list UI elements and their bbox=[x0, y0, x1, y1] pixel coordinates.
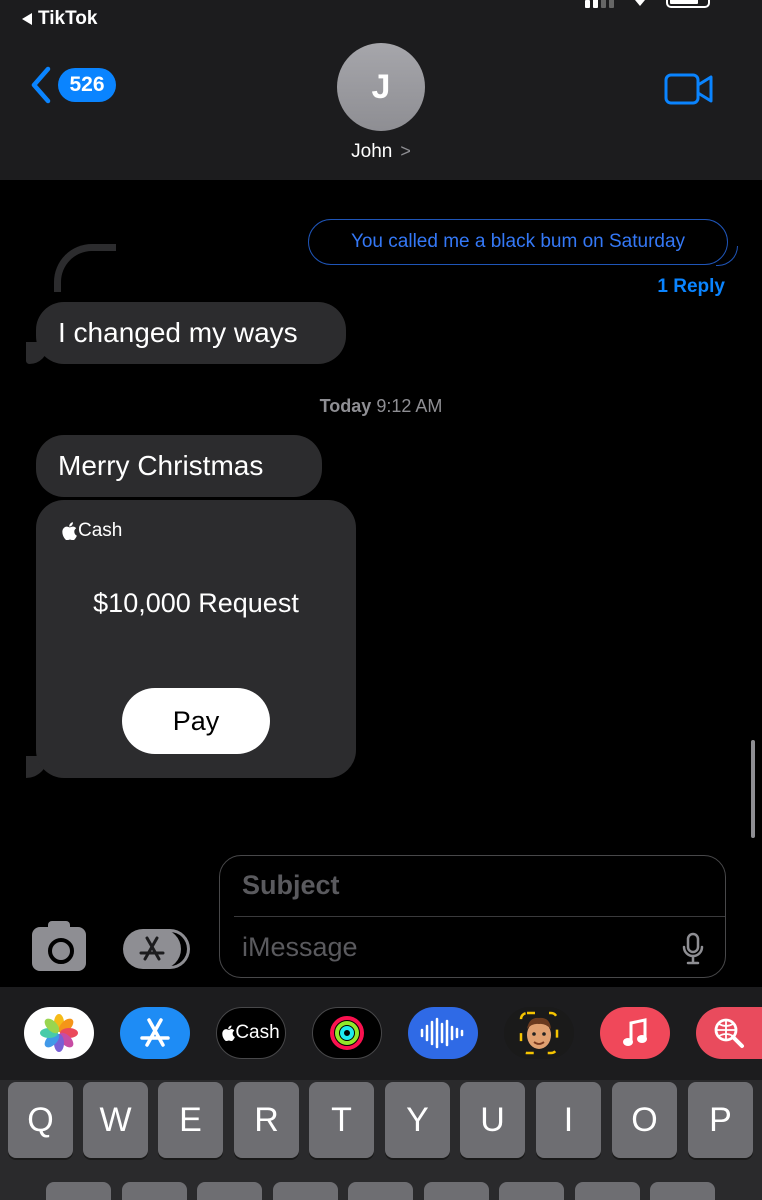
compose-divider bbox=[234, 916, 725, 917]
key-w[interactable]: W bbox=[83, 1082, 148, 1158]
music-app-icon[interactable] bbox=[600, 1007, 670, 1059]
keyboard-row2-key[interactable] bbox=[348, 1182, 413, 1200]
microphone-icon[interactable] bbox=[681, 932, 705, 966]
globe-search-icon bbox=[714, 1018, 744, 1048]
compose-box bbox=[219, 855, 726, 978]
thread-reply-link[interactable]: 1 Reply bbox=[657, 276, 725, 298]
memoji-face-icon bbox=[519, 1011, 559, 1055]
photos-app-icon[interactable] bbox=[24, 1007, 94, 1059]
apple-logo-icon bbox=[62, 522, 77, 540]
memoji-app-icon[interactable] bbox=[504, 1007, 574, 1059]
keyboard-row2-key[interactable] bbox=[575, 1182, 640, 1200]
back-triangle-icon bbox=[22, 13, 32, 25]
chevron-left-icon bbox=[31, 66, 51, 104]
battery-icon bbox=[666, 0, 710, 8]
keyboard-row2-key[interactable] bbox=[273, 1182, 338, 1200]
key-u[interactable]: U bbox=[460, 1082, 525, 1158]
app-store-apps-button[interactable] bbox=[123, 929, 181, 969]
key-q[interactable]: Q bbox=[8, 1082, 73, 1158]
subject-input[interactable] bbox=[242, 870, 702, 901]
return-to-app-link[interactable]: TikTok bbox=[22, 8, 97, 30]
waveform-icon bbox=[420, 1017, 464, 1049]
apple-cash-app-icon[interactable]: Cash bbox=[216, 1007, 286, 1059]
image-search-app-icon[interactable] bbox=[696, 1007, 762, 1059]
contact-name-label: John bbox=[351, 141, 393, 162]
key-t[interactable]: T bbox=[309, 1082, 374, 1158]
avatar-initial: J bbox=[371, 67, 391, 106]
keyboard-row2-key[interactable] bbox=[197, 1182, 262, 1200]
wifi-icon bbox=[635, 0, 645, 6]
timestamp-day: Today bbox=[319, 396, 372, 416]
contact-avatar[interactable]: J bbox=[337, 43, 425, 131]
app-store-a-icon bbox=[140, 1018, 170, 1047]
back-button[interactable]: 526 bbox=[30, 66, 116, 104]
activity-rings-icon bbox=[330, 1016, 364, 1050]
cash-brand-label: Cash bbox=[78, 520, 123, 541]
audio-message-app-icon[interactable] bbox=[408, 1007, 478, 1059]
camera-icon[interactable] bbox=[32, 921, 86, 971]
keyboard-row2-key[interactable] bbox=[424, 1182, 489, 1200]
conversation-header: TikTok 526 J John > bbox=[0, 0, 762, 180]
reply-thread-line bbox=[54, 244, 116, 292]
activity-app-icon[interactable] bbox=[312, 1007, 382, 1059]
keyboard-row2-key[interactable] bbox=[46, 1182, 111, 1200]
return-app-label: TikTok bbox=[38, 8, 98, 29]
photos-flower-icon bbox=[40, 1014, 78, 1052]
app-store-app-icon[interactable] bbox=[120, 1007, 190, 1059]
key-p[interactable]: P bbox=[688, 1082, 753, 1158]
received-message-bubble[interactable]: Merry Christmas bbox=[36, 435, 322, 497]
key-r[interactable]: R bbox=[234, 1082, 299, 1158]
apple-cash-brand: Cash bbox=[62, 520, 122, 542]
pay-button[interactable]: Pay bbox=[122, 688, 270, 754]
keyboard-row2-key[interactable] bbox=[122, 1182, 187, 1200]
cash-app-label: Cash bbox=[235, 1022, 280, 1043]
key-i[interactable]: I bbox=[536, 1082, 601, 1158]
chevron-right-icon: > bbox=[400, 141, 411, 161]
keyboard: Q W E R T Y U I O P bbox=[0, 1080, 762, 1200]
cash-request-amount: $10,000 Request bbox=[93, 588, 299, 618]
timestamp-time: 9:12 AM bbox=[376, 396, 443, 416]
keyboard-row2-key[interactable] bbox=[499, 1182, 564, 1200]
cellular-signal-icon bbox=[585, 0, 614, 8]
received-message-text: I changed my ways bbox=[58, 317, 298, 348]
music-note-icon bbox=[623, 1018, 647, 1046]
key-y[interactable]: Y bbox=[385, 1082, 450, 1158]
key-e[interactable]: E bbox=[158, 1082, 223, 1158]
message-timestamp: Today 9:12 AM bbox=[0, 396, 762, 417]
received-message-text: Merry Christmas bbox=[58, 450, 264, 481]
received-message-bubble[interactable]: I changed my ways bbox=[36, 302, 346, 364]
status-icons bbox=[585, 0, 710, 8]
imessage-input[interactable] bbox=[242, 932, 662, 963]
key-o[interactable]: O bbox=[612, 1082, 677, 1158]
contact-name-button[interactable]: John > bbox=[0, 141, 762, 163]
scroll-indicator[interactable] bbox=[751, 740, 755, 838]
sent-message-text: You called me a black bum on Saturday bbox=[350, 231, 686, 252]
sent-message-bubble[interactable]: You called me a black bum on Saturday bbox=[308, 219, 728, 265]
apple-logo-icon bbox=[222, 1025, 236, 1041]
app-store-icon bbox=[139, 936, 165, 961]
apple-cash-request-card[interactable]: Cash $10,000 Request Pay bbox=[36, 500, 356, 778]
keyboard-row2-key[interactable] bbox=[650, 1182, 715, 1200]
imessage-app-drawer: Cash bbox=[0, 987, 762, 1080]
facetime-video-icon[interactable] bbox=[664, 72, 714, 106]
unread-count-badge: 526 bbox=[58, 68, 116, 102]
